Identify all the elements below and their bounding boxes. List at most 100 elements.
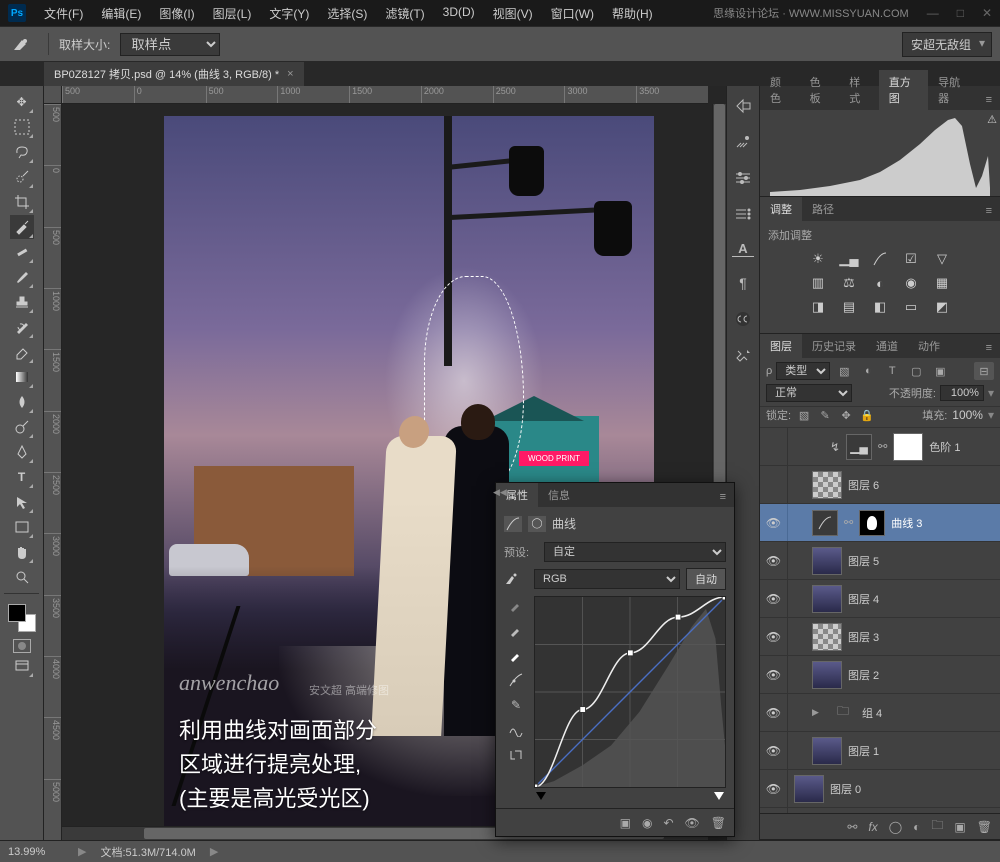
visibility-toggle-icon[interactable]: 👁 [760, 656, 788, 693]
ruler-origin[interactable] [44, 86, 62, 104]
reset-icon[interactable]: ↶ [663, 816, 673, 830]
hand-tool[interactable] [10, 540, 34, 564]
tab-styles[interactable]: 样式 [839, 70, 879, 110]
layer-thumb[interactable] [794, 775, 824, 803]
layer-row[interactable]: 👁图层 5 [760, 542, 1000, 580]
blend-mode-select[interactable]: 正常 [766, 384, 852, 402]
properties-panel[interactable]: ◀◀ 属性 信息 ≡ ◯ 曲线 预设: 自定 RGB 自动 ✎ [495, 482, 735, 837]
layer-mask-thumb[interactable] [859, 510, 885, 536]
filter-smart-icon[interactable]: ▣ [930, 362, 950, 380]
layer-row[interactable]: 图层 6 [760, 466, 1000, 504]
black-eyedropper-icon[interactable] [506, 596, 526, 614]
status-arrow-icon[interactable]: ▶ [78, 845, 86, 858]
opacity-value[interactable]: 100% [940, 385, 984, 401]
new-layer-icon[interactable]: ▣ [954, 820, 965, 834]
hue-icon[interactable]: ▥ [809, 275, 827, 291]
workspace-select[interactable]: 安超无敌组 [902, 32, 992, 57]
channel-select[interactable]: RGB [534, 569, 680, 589]
visibility-toggle-icon[interactable] [760, 466, 788, 503]
panel-menu-icon[interactable]: ≡ [978, 201, 1000, 221]
layer-row[interactable]: 👁⚯曲线 3 [760, 504, 1000, 542]
layer-row[interactable]: 👁 图层 2 [760, 656, 1000, 694]
toggle-visibility-icon[interactable]: 👁 [685, 816, 700, 830]
visibility-toggle-icon[interactable]: 👁 [760, 732, 788, 769]
layer-name[interactable]: 组 4 [862, 705, 882, 721]
horizontal-ruler[interactable]: 5000500100015002000250030003500 [62, 86, 708, 104]
layer-fx-icon[interactable]: fx [868, 820, 877, 834]
expand-arrow-icon[interactable]: ▶ [812, 707, 824, 718]
menu-view[interactable]: 视图(V) [485, 1, 541, 26]
menu-help[interactable]: 帮助(H) [604, 1, 661, 26]
layer-list[interactable]: ↯▁▄⚯色阶 1图层 6👁⚯曲线 3👁图层 5👁图层 4👁图层 3👁图层 2👁▶… [760, 428, 1000, 813]
layer-name[interactable]: 图层 6 [848, 477, 879, 493]
document-tab[interactable]: BP0Z8127 拷贝.psd @ 14% (曲线 3, RGB/8) * × [44, 62, 304, 86]
photofilter-icon[interactable]: ◉ [902, 275, 920, 291]
layer-name[interactable]: 图层 0 [830, 781, 861, 797]
crop-tool[interactable] [10, 190, 34, 214]
menu-filter[interactable]: 滤镜(T) [377, 1, 432, 26]
levels-icon[interactable]: ▁▄ [840, 251, 858, 267]
quick-select-tool[interactable] [10, 165, 34, 189]
gradient-tool[interactable] [10, 365, 34, 389]
tab-color[interactable]: 颜色 [760, 70, 800, 110]
eraser-tool[interactable] [10, 340, 34, 364]
character-icon[interactable]: A [732, 240, 754, 257]
close-tab-icon[interactable]: × [287, 68, 293, 80]
layer-filter-kind[interactable]: 类型 [776, 362, 830, 380]
eyedropper-tool[interactable] [10, 215, 34, 239]
zoom-level[interactable]: 13.99% [8, 846, 64, 858]
white-point-slider[interactable] [714, 792, 724, 800]
dodge-tool[interactable] [10, 415, 34, 439]
pen-tool[interactable] [10, 440, 34, 464]
link-icon[interactable]: ⚯ [844, 516, 853, 529]
visibility-toggle-icon[interactable]: 👁 [760, 618, 788, 655]
menu-window[interactable]: 窗口(W) [543, 1, 602, 26]
menu-file[interactable]: 文件(F) [36, 1, 91, 26]
lasso-tool[interactable] [10, 140, 34, 164]
visibility-toggle-icon[interactable]: 👁 [760, 504, 788, 541]
layer-row[interactable]: 👁▶🗀组 4 [760, 694, 1000, 732]
layer-thumb[interactable] [812, 471, 842, 499]
tab-navigator[interactable]: 导航器 [928, 70, 977, 110]
filter-pixel-icon[interactable]: ▧ [834, 362, 854, 380]
maximize-button[interactable]: □ [957, 6, 964, 20]
visibility-toggle-icon[interactable]: 👁 [760, 770, 788, 807]
layer-row[interactable]: ↯▁▄⚯色阶 1 [760, 428, 1000, 466]
filter-adjust-icon[interactable]: ◐ [858, 362, 878, 380]
visibility-toggle-icon[interactable]: 👁 [760, 580, 788, 617]
filter-shape-icon[interactable]: ▢ [906, 362, 926, 380]
layer-name[interactable]: 图层 2 [848, 667, 879, 683]
blur-tool[interactable] [10, 390, 34, 414]
layer-name[interactable]: 图层 3 [848, 629, 879, 645]
layer-mask-icon[interactable]: ◯ [889, 820, 902, 834]
curves-graph[interactable] [534, 596, 726, 788]
layer-name[interactable]: 图层 5 [848, 553, 879, 569]
menu-image[interactable]: 图像(I) [151, 1, 202, 26]
target-adjust-icon[interactable] [504, 572, 528, 586]
delete-layer-icon[interactable]: 🗑 [977, 820, 992, 834]
cc-icon[interactable] [732, 309, 754, 329]
filter-toggle-icon[interactable]: ⊟ [974, 362, 994, 380]
healing-tool[interactable] [10, 240, 34, 264]
tab-history[interactable]: 历史记录 [802, 334, 866, 358]
new-adjustment-icon[interactable]: ◐ [913, 820, 920, 834]
menu-3d[interactable]: 3D(D) [435, 1, 483, 26]
tab-info[interactable]: 信息 [538, 483, 580, 507]
layer-row[interactable]: 👁图层 4 [760, 580, 1000, 618]
threshold-icon[interactable]: ◧ [871, 299, 889, 315]
panel-menu-icon[interactable]: ≡ [712, 487, 734, 507]
edit-points-icon[interactable] [506, 671, 526, 689]
menu-layer[interactable]: 图层(L) [205, 1, 260, 26]
tab-channels[interactable]: 通道 [866, 334, 908, 358]
layer-name[interactable]: 图层 1 [848, 743, 879, 759]
tab-paths[interactable]: 路径 [802, 197, 844, 221]
lock-paint-icon[interactable]: ✎ [817, 407, 833, 423]
brightness-icon[interactable]: ☀ [809, 251, 827, 267]
tab-histogram[interactable]: 直方图 [879, 70, 928, 110]
tab-layers[interactable]: 图层 [760, 334, 802, 358]
tab-adjustments[interactable]: 调整 [760, 197, 802, 221]
lock-trans-icon[interactable]: ▧ [796, 407, 812, 423]
clip-icon[interactable] [506, 746, 526, 764]
layer-thumb[interactable] [812, 547, 842, 575]
brush-tool[interactable] [10, 265, 34, 289]
